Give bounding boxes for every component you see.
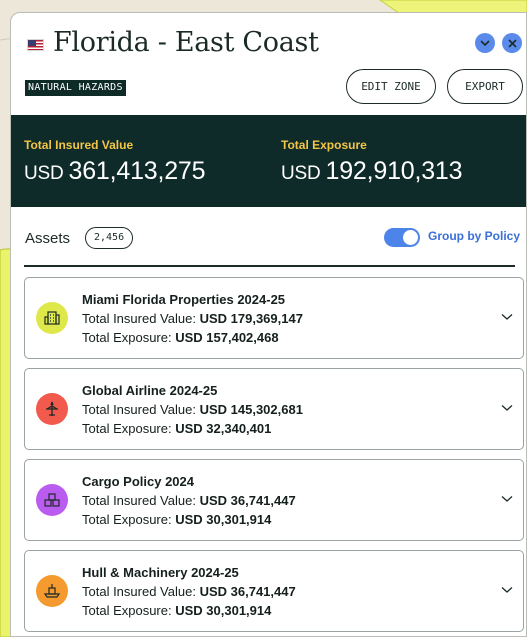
field-label: Total Insured Value:	[82, 311, 196, 326]
field-label: Total Insured Value:	[82, 402, 196, 417]
amount: 192,910,313	[325, 157, 463, 185]
total-exposure-label: Total Exposure	[281, 138, 367, 152]
insured-value-line: Total Insured Value: USD 36,741,447	[82, 493, 296, 508]
divider	[24, 265, 515, 267]
group-by-policy-label[interactable]: Group by Policy	[428, 229, 520, 243]
currency-label: USD	[281, 163, 321, 184]
assets-label: Assets	[25, 230, 71, 247]
policy-card[interactable]: Miami Florida Properties 2024-25 Total I…	[24, 277, 524, 359]
insured-value-line: Total Insured Value: USD 145,302,681	[82, 402, 303, 417]
group-by-policy-toggle[interactable]	[384, 228, 420, 247]
total-insured-value: USD 361,413,275	[24, 157, 206, 186]
hazard-tag: NATURAL HAZARDS	[25, 80, 126, 96]
insured-value: USD 179,369,147	[199, 311, 303, 326]
exposure-value: USD 32,340,401	[175, 421, 272, 436]
airplane-icon	[36, 393, 68, 425]
chevron-down-icon	[480, 39, 490, 46]
field-label: Total Exposure:	[82, 603, 172, 618]
chevron-down-icon[interactable]	[501, 586, 513, 594]
insured-value: USD 36,741,447	[199, 584, 296, 599]
insured-value: USD 145,302,681	[199, 402, 303, 417]
zone-panel: Florida - East Coast NATURAL HAZARDS EDI…	[10, 12, 527, 637]
chevron-down-icon[interactable]	[501, 495, 513, 503]
field-label: Total Insured Value:	[82, 493, 196, 508]
exposure-value: USD 30,301,914	[175, 512, 272, 527]
field-label: Total Insured Value:	[82, 584, 196, 599]
chevron-down-icon[interactable]	[501, 313, 513, 321]
exposure-value: USD 157,402,468	[175, 330, 279, 345]
panel-header: Florida - East Coast NATURAL HAZARDS EDI…	[11, 13, 526, 115]
field-label: Total Exposure:	[82, 330, 172, 345]
policy-name: Global Airline 2024-25	[82, 383, 218, 398]
exposure-line: Total Exposure: USD 32,340,401	[82, 421, 271, 436]
policy-name: Hull & Machinery 2024-25	[82, 565, 239, 580]
building-icon	[36, 302, 68, 334]
currency-label: USD	[24, 163, 64, 184]
exposure-line: Total Exposure: USD 157,402,468	[82, 330, 279, 345]
amount: 361,413,275	[68, 157, 206, 185]
chevron-down-icon[interactable]	[501, 404, 513, 412]
assets-count-badge: 2,456	[85, 227, 134, 249]
insured-value-line: Total Insured Value: USD 36,741,447	[82, 584, 296, 599]
close-icon	[507, 38, 517, 48]
insured-value-line: Total Insured Value: USD 179,369,147	[82, 311, 303, 326]
toggle-knob	[403, 230, 418, 245]
policy-card[interactable]: Hull & Machinery 2024-25 Total Insured V…	[24, 550, 524, 632]
exposure-value: USD 30,301,914	[175, 603, 272, 618]
us-flag-icon	[27, 39, 44, 51]
assets-toolbar: Assets 2,456 Group by Policy	[11, 207, 526, 269]
insured-value: USD 36,741,447	[199, 493, 296, 508]
exposure-line: Total Exposure: USD 30,301,914	[82, 512, 271, 527]
field-label: Total Exposure:	[82, 421, 172, 436]
edit-zone-button[interactable]: EDIT ZONE	[346, 69, 436, 104]
policy-name: Cargo Policy 2024	[82, 474, 194, 489]
total-insured-label: Total Insured Value	[24, 138, 134, 152]
export-button[interactable]: EXPORT	[447, 69, 523, 104]
exposure-line: Total Exposure: USD 30,301,914	[82, 603, 271, 618]
field-label: Total Exposure:	[82, 512, 172, 527]
close-button[interactable]	[502, 33, 522, 53]
totals-banner: Total Insured Value USD 361,413,275 Total…	[11, 115, 526, 207]
cargo-boxes-icon	[36, 484, 68, 516]
policy-card[interactable]: Cargo Policy 2024 Total Insured Value: U…	[24, 459, 524, 541]
policy-name: Miami Florida Properties 2024-25	[82, 292, 286, 307]
total-exposure-value: USD 192,910,313	[281, 157, 463, 186]
ship-icon	[36, 575, 68, 607]
policy-card[interactable]: Global Airline 2024-25 Total Insured Val…	[24, 368, 524, 450]
zone-title: Florida - East Coast	[53, 27, 319, 58]
collapse-button[interactable]	[475, 33, 495, 53]
